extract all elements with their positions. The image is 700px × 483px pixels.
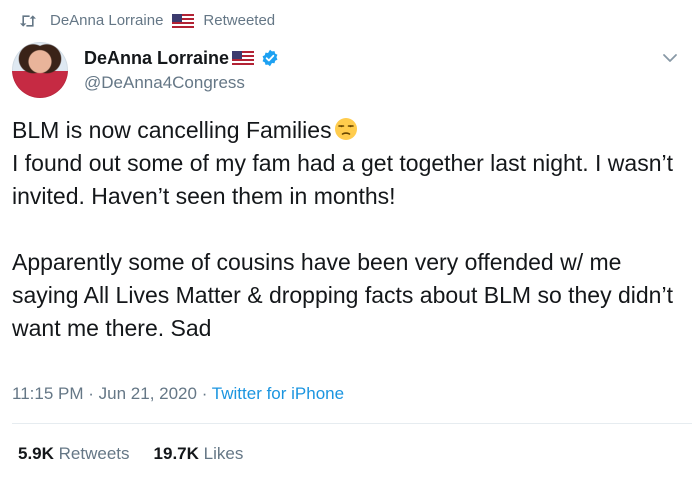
tweet-line-1: BLM is now cancelling Families [12,117,332,143]
tweet-meta: 11:15 PM · Jun 21, 2020 · Twitter for iP… [12,384,344,404]
likes-count: 19.7K [153,444,199,463]
tweet-source-link[interactable]: Twitter for iPhone [212,384,344,403]
tweet-text: BLM is now cancelling Families I found o… [12,114,688,345]
tweet-header: DeAnna Lorraine @DeAnna4Congress [12,40,688,100]
verified-badge-icon [262,49,278,67]
retweet-icon [20,14,36,27]
us-flag-icon [232,51,255,65]
author-name[interactable]: DeAnna Lorraine [84,48,229,69]
meta-separator: · [201,384,208,403]
likes-stat[interactable]: 19.7K Likes [154,444,244,464]
us-flag-icon [172,13,195,28]
tweet-stats: 5.9K Retweets 19.7K Likes [18,444,243,464]
unamused-face-emoji [334,118,357,140]
chevron-down-icon[interactable] [660,48,680,68]
tweet-time[interactable]: 11:15 PM [12,384,84,403]
divider [12,423,692,424]
retweeter-name[interactable]: DeAnna Lorraine [50,12,163,29]
retweets-stat[interactable]: 5.9K Retweets [18,444,130,464]
tweet-date[interactable]: Jun 21, 2020 [99,384,197,403]
retweets-label: Retweets [58,444,130,463]
author-names: DeAnna Lorraine @DeAnna4Congress [84,48,279,93]
likes-label: Likes [203,444,244,463]
retweets-count: 5.9K [18,444,54,463]
tweet-paragraph-1: BLM is now cancelling Families I found o… [12,114,688,213]
retweeted-label: Retweeted [203,12,276,29]
meta-separator: · [88,384,94,403]
avatar[interactable] [12,42,68,98]
tweet-paragraph-1-rest: I found out some of my fam had a get tog… [12,150,673,209]
author-handle[interactable]: @DeAnna4Congress [84,73,279,93]
tweet-paragraph-2: Apparently some of cousins have been ver… [12,249,673,341]
author-name-row: DeAnna Lorraine [84,48,279,69]
retweet-context: DeAnna Lorraine Retweeted [18,12,275,29]
